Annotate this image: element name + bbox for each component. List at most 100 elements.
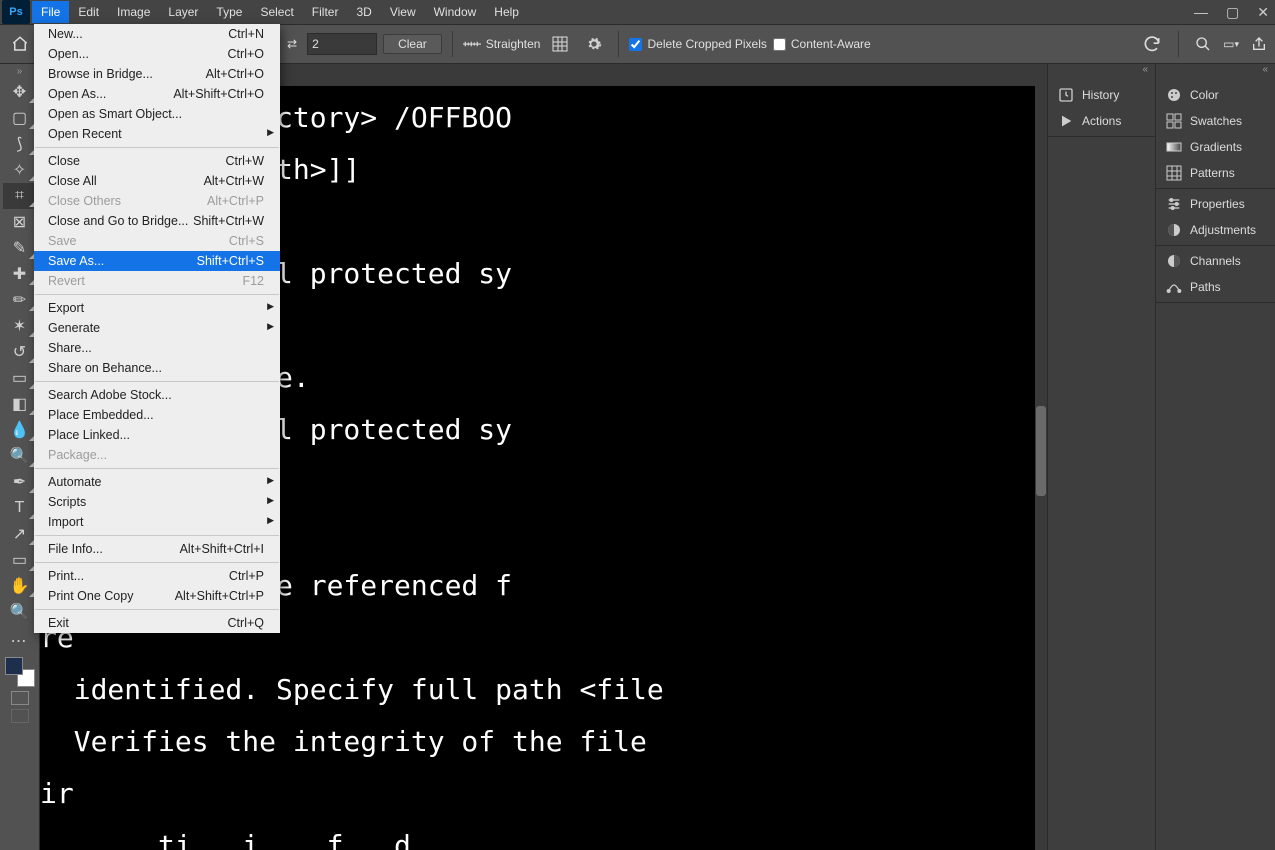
gradients-panel[interactable]: Gradients (1156, 134, 1275, 160)
brush-tool[interactable]: ✏ (3, 287, 37, 313)
lasso-tool[interactable]: ⟆ (3, 131, 37, 157)
swap-icon[interactable]: ⇄ (281, 37, 303, 51)
menuitem-generate[interactable]: Generate (34, 318, 280, 338)
gradient-tool[interactable]: ◧ (3, 391, 37, 417)
clone-tool[interactable]: ✶ (3, 313, 37, 339)
ps-logo: Ps (2, 0, 30, 24)
menuitem-import[interactable]: Import (34, 512, 280, 532)
frame-tool[interactable]: ⊠ (3, 209, 37, 235)
menuitem-close[interactable]: CloseCtrl+W (34, 151, 280, 171)
eraser-tool[interactable]: ▭ (3, 365, 37, 391)
menuitem-close-all[interactable]: Close AllAlt+Ctrl+W (34, 171, 280, 191)
menu-edit[interactable]: Edit (69, 1, 108, 23)
path-tool[interactable]: ↗ (3, 521, 37, 547)
reset-icon[interactable] (1142, 36, 1162, 52)
menuitem-automate[interactable]: Automate (34, 472, 280, 492)
menuitem-revert: RevertF12 (34, 271, 280, 291)
properties-panel[interactable]: Properties (1156, 191, 1275, 217)
patterns-panel[interactable]: Patterns (1156, 160, 1275, 186)
pattern-icon (1166, 165, 1182, 181)
move-tool[interactable]: ✥ (3, 79, 37, 105)
history-brush-tool[interactable]: ↺ (3, 339, 37, 365)
zoom-tool[interactable]: 🔍 (3, 599, 37, 625)
quickmask-icon[interactable] (11, 691, 29, 705)
menu-file[interactable]: File (32, 1, 69, 23)
menuitem-file-info[interactable]: File Info...Alt+Shift+Ctrl+I (34, 539, 280, 559)
menuitem-print-one-copy[interactable]: Print One CopyAlt+Shift+Ctrl+P (34, 586, 280, 606)
menu-select[interactable]: Select (251, 1, 302, 23)
menuitem-open[interactable]: Open...Ctrl+O (34, 44, 280, 64)
play-icon (1058, 113, 1074, 129)
edit-toolbar-icon[interactable]: ⋯ (11, 631, 29, 651)
hand-tool[interactable]: ✋ (3, 573, 37, 599)
menuitem-open-as-smart-object[interactable]: Open as Smart Object... (34, 104, 280, 124)
marquee-tool[interactable]: ▢ (3, 105, 37, 131)
menuitem-place-linked[interactable]: Place Linked... (34, 425, 280, 445)
menuitem-browse-in-bridge[interactable]: Browse in Bridge...Alt+Ctrl+O (34, 64, 280, 84)
menu-help[interactable]: Help (485, 1, 528, 23)
adjustments-panel[interactable]: Adjustments (1156, 217, 1275, 243)
minimize-icon[interactable]: — (1194, 4, 1208, 20)
workspace-icon[interactable]: ▭▾ (1223, 37, 1239, 51)
menuitem-search-adobe-stock[interactable]: Search Adobe Stock... (34, 385, 280, 405)
close-icon[interactable]: ✕ (1257, 4, 1269, 21)
menu-view[interactable]: View (381, 1, 425, 23)
menu-3d[interactable]: 3D (347, 1, 380, 23)
delete-cropped-checkbox[interactable]: Delete Cropped Pixels (629, 37, 766, 51)
menuitem-print[interactable]: Print...Ctrl+P (34, 566, 280, 586)
menuitem-exit[interactable]: ExitCtrl+Q (34, 613, 280, 633)
actions-panel[interactable]: Actions (1048, 108, 1155, 134)
menuitem-save-as[interactable]: Save As...Shift+Ctrl+S (34, 251, 280, 271)
collapse-icon[interactable]: « (1156, 64, 1275, 80)
menuitem-scripts[interactable]: Scripts (34, 492, 280, 512)
menu-type[interactable]: Type (207, 1, 251, 23)
collapse-icon[interactable]: « (1048, 64, 1155, 80)
halfcircle-icon (1166, 222, 1182, 238)
menuitem-place-embedded[interactable]: Place Embedded... (34, 405, 280, 425)
menuitem-package: Package... (34, 445, 280, 465)
menu-filter[interactable]: Filter (303, 1, 348, 23)
home-icon[interactable] (6, 30, 34, 58)
blur-tool[interactable]: 💧 (3, 417, 37, 443)
menuitem-export[interactable]: Export (34, 298, 280, 318)
menuitem-open-as[interactable]: Open As...Alt+Shift+Ctrl+O (34, 84, 280, 104)
channels-panel[interactable]: Channels (1156, 248, 1275, 274)
menuitem-open-recent[interactable]: Open Recent (34, 124, 280, 144)
dodge-tool[interactable]: 🔍 (3, 443, 37, 469)
color-swatches[interactable] (5, 657, 35, 687)
share-icon[interactable] (1251, 36, 1267, 52)
clear-button[interactable]: Clear (383, 34, 442, 54)
search-icon[interactable] (1195, 36, 1211, 52)
menuitem-close-and-go-to-bridge[interactable]: Close and Go to Bridge...Shift+Ctrl+W (34, 211, 280, 231)
menuitem-share[interactable]: Share... (34, 338, 280, 358)
maximize-icon[interactable]: ▢ (1226, 4, 1239, 21)
menu-layer[interactable]: Layer (159, 1, 207, 23)
titlebar: Ps FileEditImageLayerTypeSelectFilter3DV… (0, 0, 1275, 24)
vertical-scrollbar[interactable] (1035, 86, 1047, 850)
palette-icon (1166, 87, 1182, 103)
screenmode-icon[interactable] (11, 709, 29, 723)
menu-image[interactable]: Image (108, 1, 159, 23)
menuitem-save: SaveCtrl+S (34, 231, 280, 251)
clock-icon (1058, 87, 1074, 103)
swatches-panel[interactable]: Swatches (1156, 108, 1275, 134)
pen-tool[interactable]: ✒ (3, 469, 37, 495)
ratio-height-input[interactable] (307, 33, 377, 55)
crop-tool[interactable]: ⌗ (3, 183, 37, 209)
eyedropper-tool[interactable]: ✎ (3, 235, 37, 261)
gear-icon[interactable] (580, 36, 608, 52)
rectangle-tool[interactable]: ▭ (3, 547, 37, 573)
grid-icon[interactable] (546, 36, 574, 52)
color-panel[interactable]: Color (1156, 82, 1275, 108)
healing-tool[interactable]: ✚ (3, 261, 37, 287)
menuitem-share-on-behance[interactable]: Share on Behance... (34, 358, 280, 378)
straighten-icon[interactable]: Straighten (463, 37, 541, 51)
paths-panel[interactable]: Paths (1156, 274, 1275, 300)
vector-icon (1166, 279, 1182, 295)
menuitem-new[interactable]: New...Ctrl+N (34, 24, 280, 44)
magic-wand-tool[interactable]: ✧ (3, 157, 37, 183)
history-panel[interactable]: History (1048, 82, 1155, 108)
type-tool[interactable]: T (3, 495, 37, 521)
content-aware-checkbox[interactable]: Content-Aware (773, 37, 871, 51)
menu-window[interactable]: Window (425, 1, 486, 23)
